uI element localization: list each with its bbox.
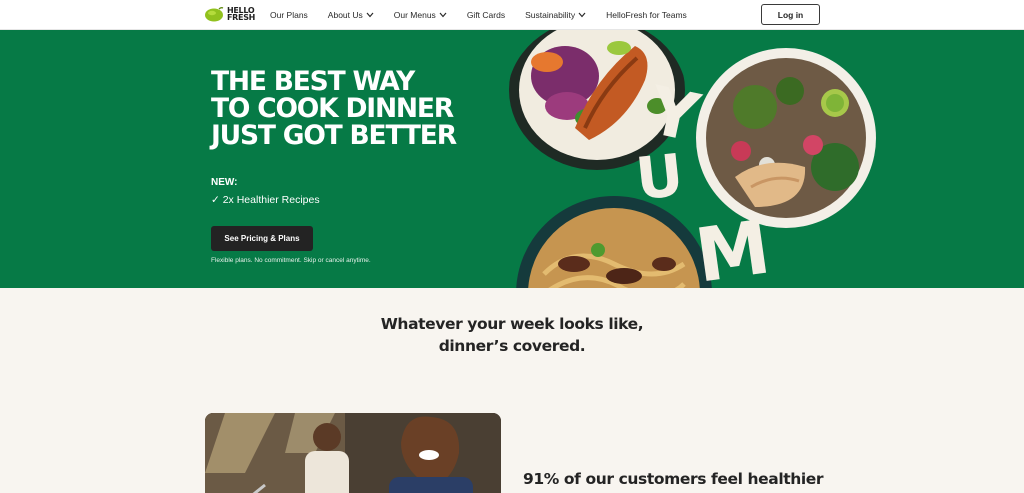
nav-sustainability[interactable]: Sustainability [525,10,586,20]
hero-banner: THE BEST WAY TO COOK DINNER JUST GOT BET… [0,30,1024,288]
couple-cooking-photo [205,413,501,493]
nav-hellofresh-for-teams[interactable]: HelloFresh for Teams [606,10,687,20]
chevron-down-icon [578,12,586,18]
nav-gift-cards[interactable]: Gift Cards [467,10,505,20]
see-pricing-plans-button[interactable]: See Pricing & Plans [211,226,313,251]
chevron-down-icon [366,12,374,18]
lime-logo-icon [205,7,224,22]
section-heading: Whatever your week looks like, dinner’s … [380,315,644,355]
yum-letter-u: U [632,140,687,214]
yum-letter-m: M [690,204,776,288]
login-button[interactable]: Log in [761,4,820,25]
chevron-down-icon [439,12,447,18]
customer-stat-heading: 91% of our customers feel healthier [523,470,824,488]
nav-our-plans[interactable]: Our Plans [270,10,308,20]
hellofresh-logo[interactable]: HELLO FRESH [204,6,255,22]
logo-wordmark: HELLO FRESH [227,6,256,22]
nav-our-menus[interactable]: Our Menus [394,10,447,20]
nav-menu: Our Plans About Us Our Menus Gift Cards … [270,0,707,30]
new-feature-item: ✓ 2x Healthier Recipes [211,194,320,206]
hero-title: THE BEST WAY TO COOK DINNER JUST GOT BET… [211,66,457,151]
top-navigation: HELLO FRESH Our Plans About Us Our Menus… [0,0,1024,30]
photo-illustration [205,413,501,493]
fine-print: Flexible plans. No commitment. Skip or c… [211,257,371,264]
new-label: NEW: [211,177,238,188]
nav-about-us[interactable]: About Us [328,10,374,20]
chicken-grain-bowl-image [696,48,876,228]
